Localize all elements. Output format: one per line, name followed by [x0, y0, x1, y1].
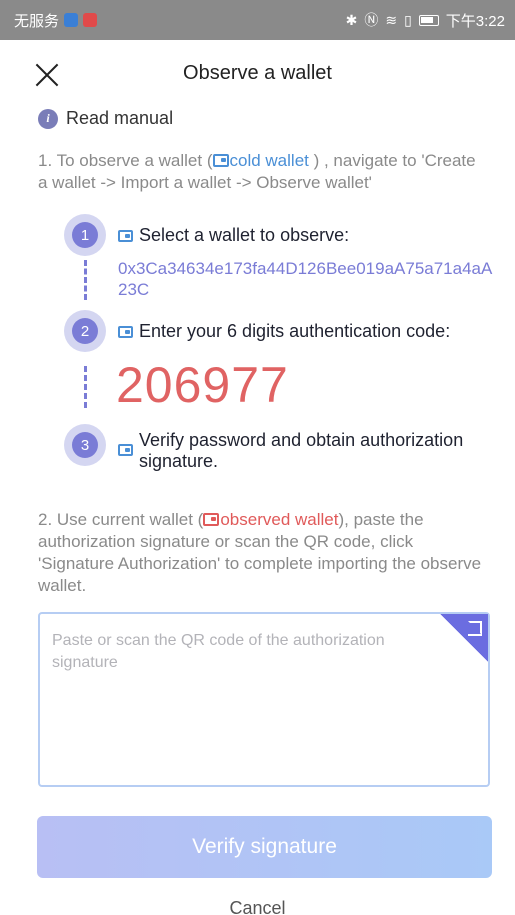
- step-1-badge: 1: [64, 214, 106, 256]
- carrier-label: 无服务: [14, 12, 60, 30]
- cold-wallet-highlight: cold wallet: [212, 151, 309, 170]
- cold-wallet-label: cold wallet: [229, 151, 309, 170]
- instruction-step-1: 1. To observe a wallet (cold wallet ) , …: [38, 150, 488, 194]
- step-1-row: Select a wallet to observe:: [118, 225, 349, 246]
- step-2-number: 2: [72, 318, 98, 344]
- wallet-icon: [118, 230, 133, 242]
- status-right: ✱ Ⓝ ≋ ▯ 下午3:22: [346, 10, 505, 31]
- battery-icon: [418, 14, 439, 26]
- step-3-label: Verify password and obtain authorization…: [139, 430, 464, 471]
- status-left: 无服务: [14, 10, 98, 31]
- notification-app-icon-2: [83, 13, 98, 27]
- wallet-icon: [203, 513, 220, 526]
- scan-qr-button[interactable]: [440, 614, 488, 662]
- wallet-icon: [118, 326, 133, 338]
- wallet-icon: [118, 444, 133, 456]
- authentication-code: 206977: [116, 357, 289, 413]
- nfc-icon: Ⓝ: [364, 12, 379, 28]
- status-bar: 无服务 ✱ Ⓝ ≋ ▯ 下午3:22: [0, 0, 515, 40]
- instruction-step-2: 2. Use current wallet (observed wallet),…: [38, 509, 488, 597]
- header: Observe a wallet: [0, 50, 515, 98]
- signature-input[interactable]: Paste or scan the QR code of the authori…: [38, 612, 490, 787]
- sim-icon: ▯: [404, 11, 412, 28]
- cancel-button[interactable]: Cancel: [0, 898, 515, 915]
- step-connector: [84, 260, 87, 300]
- step-connector: [84, 366, 87, 408]
- step-3-number: 3: [72, 432, 98, 458]
- step-2-row: Enter your 6 digits authentication code:: [118, 321, 450, 342]
- bluetooth-icon: ✱: [345, 11, 358, 28]
- notification-app-icon: [64, 13, 79, 27]
- page-title: Observe a wallet: [183, 62, 332, 84]
- step-3-row: Verify password and obtain authorization…: [118, 430, 478, 472]
- step-2-label: Enter your 6 digits authentication code:: [139, 321, 451, 341]
- observed-wallet-highlight: observed wallet: [203, 510, 338, 529]
- observed-wallet-label: observed wallet: [220, 510, 339, 529]
- read-manual-label: Read manual: [66, 108, 174, 128]
- step-1-number: 1: [72, 222, 98, 248]
- info-icon: i: [38, 108, 58, 129]
- scan-icon: [468, 621, 482, 635]
- wallet-icon: [212, 154, 229, 167]
- wallet-address: 0x3Ca34634e173fa44D126Bee019aA75a71a4aA2…: [118, 259, 493, 299]
- scan-line: [468, 634, 482, 636]
- clock: 下午3:22: [445, 12, 505, 30]
- wifi-icon: ≋: [385, 11, 398, 28]
- read-manual-link[interactable]: i Read manual: [38, 108, 173, 129]
- step-3-badge: 3: [64, 424, 106, 466]
- step-2-badge: 2: [64, 310, 106, 352]
- instruction-2-prefix: 2. Use current wallet (: [38, 510, 204, 529]
- signature-placeholder: Paste or scan the QR code of the authori…: [52, 632, 385, 671]
- instruction-1-prefix: 1. To observe a wallet (: [38, 151, 213, 170]
- verify-signature-button[interactable]: Verify signature: [37, 816, 492, 878]
- step-1-label: Select a wallet to observe:: [139, 225, 350, 245]
